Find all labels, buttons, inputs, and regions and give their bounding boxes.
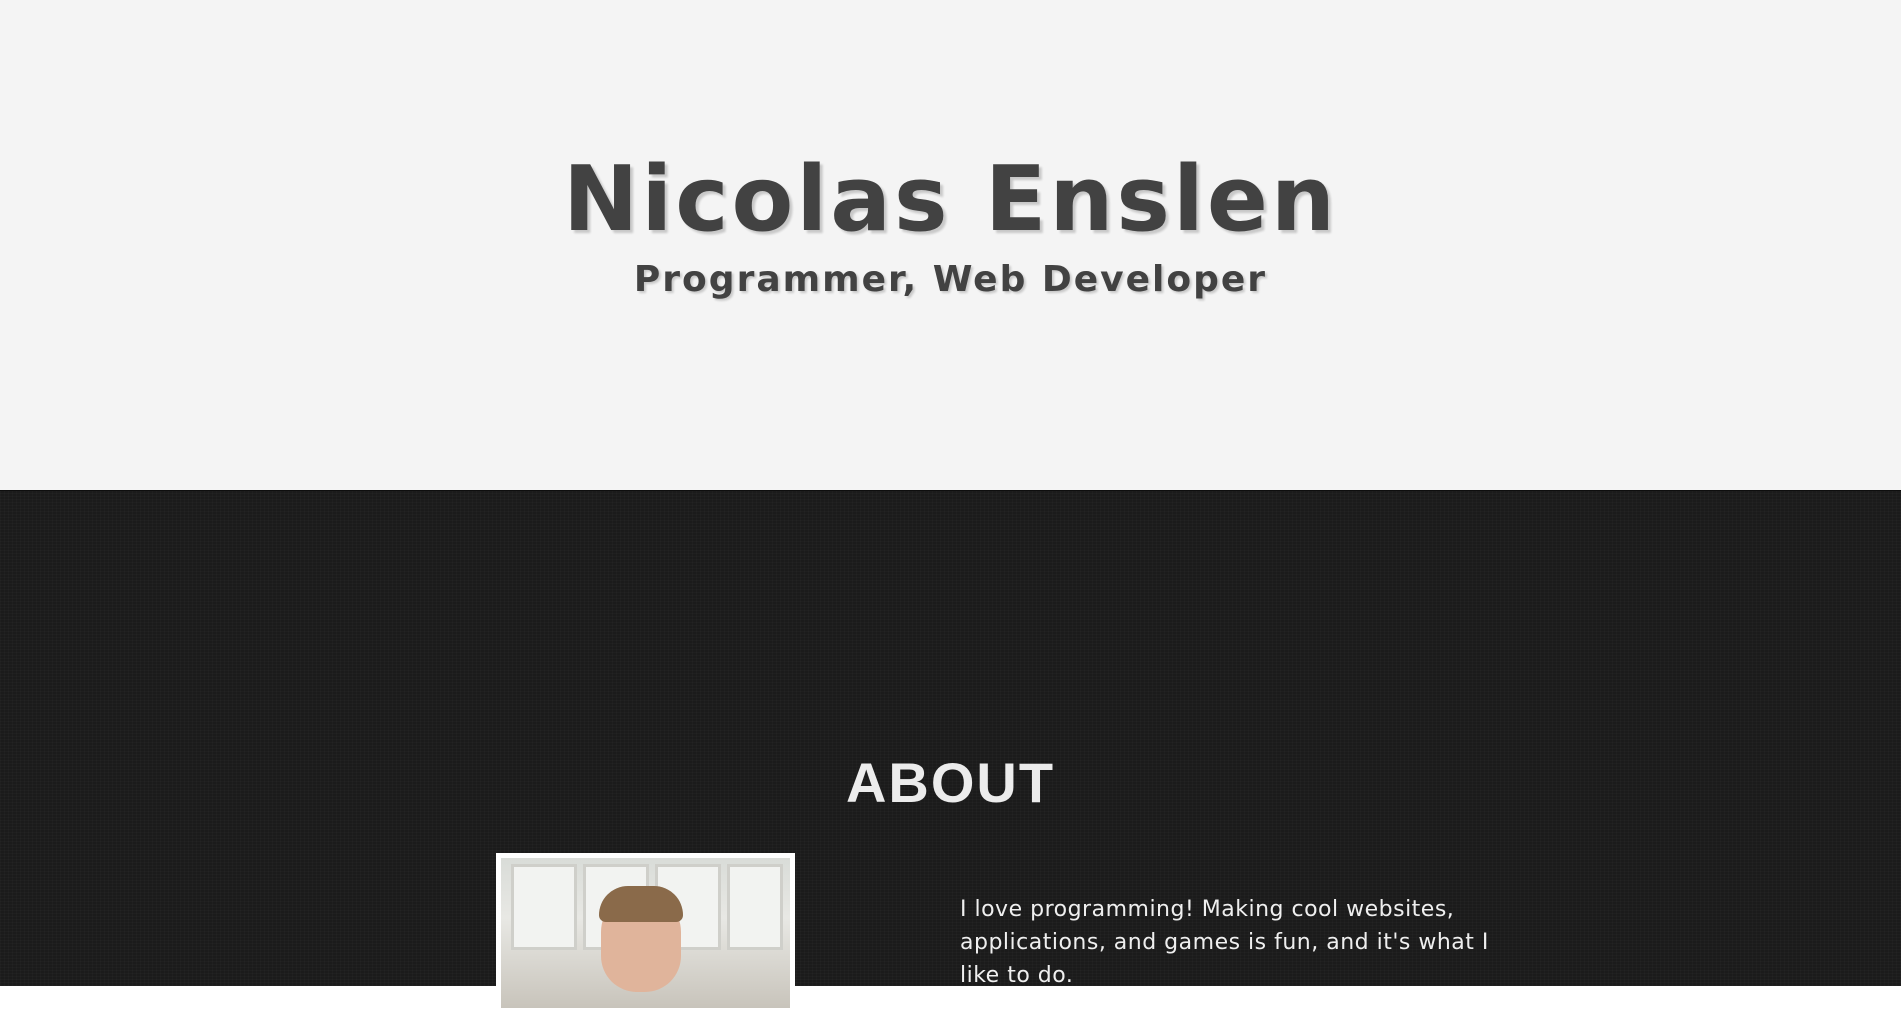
window-pane	[727, 864, 783, 950]
hero-section: Nicolas Enslen Programmer, Web Developer	[0, 0, 1901, 490]
profile-photo-image	[501, 858, 790, 1008]
person-hair	[599, 886, 683, 922]
about-section	[0, 490, 1901, 986]
page-subtitle: Programmer, Web Developer	[633, 259, 1268, 300]
profile-photo	[496, 853, 795, 1013]
about-paragraph: I love programming! Making cool websites…	[960, 897, 1489, 988]
page-title: Nicolas Enslen	[563, 147, 1338, 252]
about-heading: ABOUT	[845, 751, 1056, 814]
window-pane	[511, 864, 577, 950]
